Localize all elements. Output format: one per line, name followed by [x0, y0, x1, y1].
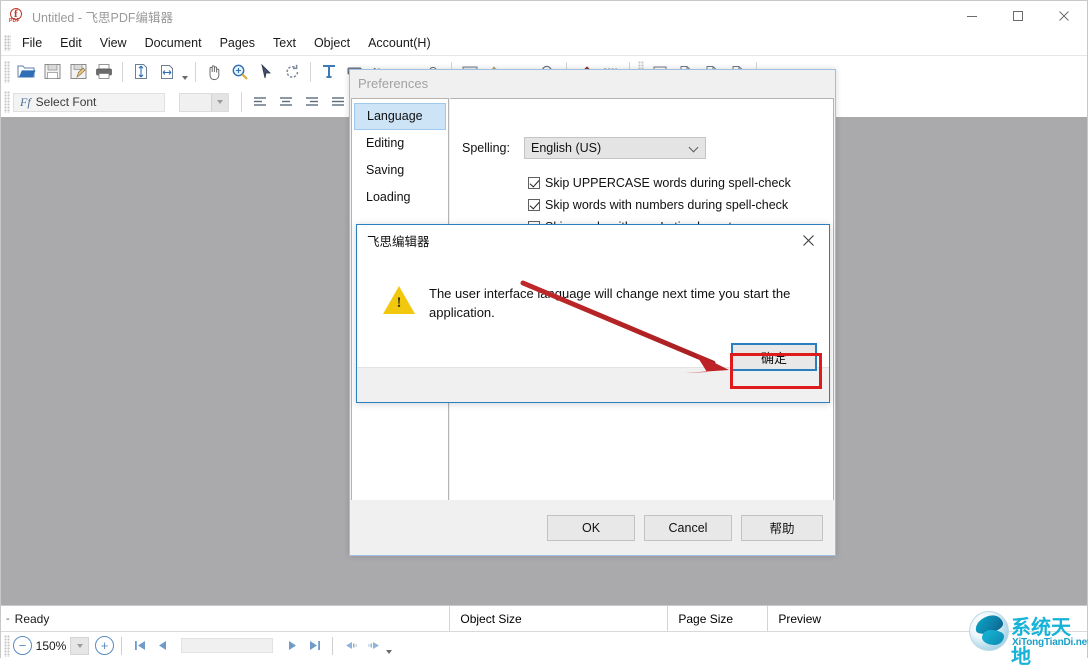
align-justify-icon[interactable] — [325, 89, 351, 115]
print-icon[interactable] — [91, 59, 117, 85]
zoom-in-icon[interactable]: + — [95, 636, 114, 655]
preferences-footer: OK Cancel 帮助 — [350, 500, 835, 555]
spelling-language-select[interactable]: English (US) — [524, 137, 706, 159]
menu-bar: File Edit View Document Pages Text Objec… — [1, 31, 1087, 56]
font-toolbar-drag-grip[interactable] — [4, 91, 10, 113]
checkbox-label: Skip words with numbers during spell-che… — [545, 198, 788, 212]
application-window: f PDF Untitled - 飞思PDF编辑器 File Edit View… — [0, 0, 1088, 658]
toolbar-separator — [241, 92, 242, 112]
font-family-icon: Ff — [14, 95, 36, 110]
select-arrow-icon[interactable] — [253, 59, 279, 85]
previous-view-icon[interactable] — [340, 636, 362, 656]
overflow-caret-icon[interactable] — [384, 633, 394, 659]
status-collapse-glyph: - — [1, 613, 15, 625]
toolbar-separator — [122, 62, 123, 82]
maximize-icon[interactable] — [995, 1, 1041, 31]
last-page-icon[interactable] — [303, 636, 325, 656]
checkbox-row[interactable]: Skip words with numbers during spell-che… — [528, 194, 791, 216]
previous-page-icon[interactable] — [151, 636, 173, 656]
fit-height-icon[interactable] — [128, 59, 154, 85]
toolbar-separator — [310, 62, 311, 82]
menu-item-object[interactable]: Object — [305, 34, 359, 52]
menu-item-document[interactable]: Document — [136, 34, 211, 52]
status-bar: - Ready Object Size Page Size Preview — [1, 605, 1087, 632]
align-center-icon[interactable] — [273, 89, 299, 115]
sidebar-item-language[interactable]: Language — [354, 103, 446, 130]
cancel-button[interactable]: Cancel — [644, 515, 732, 541]
ok-button[interactable]: OK — [547, 515, 635, 541]
pdf-app-logo-icon: f PDF — [9, 8, 25, 24]
font-size-select[interactable] — [179, 93, 229, 112]
close-icon[interactable] — [787, 225, 829, 255]
navbar-separator — [121, 637, 122, 655]
window-title: Untitled - 飞思PDF编辑器 — [32, 7, 173, 26]
status-page-size: Page Size — [667, 606, 767, 632]
open-folder-icon[interactable] — [13, 59, 39, 85]
first-page-icon[interactable] — [129, 636, 151, 656]
status-preview: Preview — [767, 606, 862, 632]
next-view-icon[interactable] — [362, 636, 384, 656]
minimize-icon[interactable] — [949, 1, 995, 31]
align-right-icon[interactable] — [299, 89, 325, 115]
fit-width-icon[interactable] — [154, 59, 180, 85]
warning-triangle-icon: ! — [383, 286, 415, 316]
menu-item-pages[interactable]: Pages — [211, 34, 264, 52]
zoom-tool-icon[interactable] — [227, 59, 253, 85]
save-as-icon[interactable] — [65, 59, 91, 85]
message-box-title: 飞思编辑器 — [357, 231, 430, 250]
status-object-size: Object Size — [449, 606, 667, 632]
sidebar-item-loading[interactable]: Loading — [354, 184, 446, 211]
message-box-footer: 确定 — [357, 367, 829, 402]
message-box-dialog: 飞思编辑器 ! The user interface language will… — [356, 224, 830, 403]
navbar-drag-grip[interactable] — [4, 635, 10, 657]
message-box-title-bar: 飞思编辑器 — [357, 225, 829, 256]
confirm-button[interactable]: 确定 — [731, 343, 817, 371]
rotate-icon[interactable] — [279, 59, 305, 85]
chevron-down-icon[interactable] — [180, 59, 190, 85]
site-watermark: 系统天地 XiTongTianDi.net — [965, 603, 1085, 655]
status-text: Ready — [15, 612, 50, 626]
next-page-icon[interactable] — [281, 636, 303, 656]
chevron-down-icon[interactable] — [70, 637, 89, 655]
sidebar-item-saving[interactable]: Saving — [354, 157, 446, 184]
hand-tool-icon[interactable] — [201, 59, 227, 85]
menu-item-text[interactable]: Text — [264, 34, 305, 52]
toolbar-drag-grip[interactable] — [4, 61, 10, 83]
align-left-icon[interactable] — [247, 89, 273, 115]
preferences-title: Preferences — [358, 76, 428, 91]
chevron-down-icon[interactable] — [689, 144, 698, 153]
close-icon[interactable] — [1041, 1, 1087, 31]
site-watermark-en: XiTongTianDi.net — [1012, 637, 1088, 648]
chevron-down-icon[interactable] — [211, 94, 228, 111]
window-controls — [949, 1, 1087, 31]
spelling-label: Spelling: — [462, 141, 524, 155]
menu-item-account[interactable]: Account(H) — [359, 34, 440, 52]
navigation-bar: − 150% + — [1, 631, 1087, 659]
help-button[interactable]: 帮助 — [741, 515, 823, 541]
menu-item-file[interactable]: File — [13, 34, 51, 52]
page-number-input[interactable] — [181, 638, 273, 653]
font-family-select[interactable]: Ff Select Font — [13, 93, 165, 112]
skip-uppercase-checkbox[interactable] — [528, 177, 540, 189]
add-text-icon[interactable] — [316, 59, 342, 85]
sidebar-item-editing[interactable]: Editing — [354, 130, 446, 157]
checkbox-row[interactable]: Skip UPPERCASE words during spell-check — [528, 172, 791, 194]
message-box-text: The user interface language will change … — [429, 284, 799, 322]
save-icon[interactable] — [39, 59, 65, 85]
spelling-language-value: English (US) — [525, 141, 601, 155]
menu-item-edit[interactable]: Edit — [51, 34, 91, 52]
site-globe-logo-icon — [969, 611, 1009, 651]
navbar-separator — [332, 637, 333, 655]
toolbar-separator — [195, 62, 196, 82]
font-family-value: Select Font — [36, 95, 97, 109]
menu-drag-grip[interactable] — [4, 35, 11, 51]
skip-numbers-checkbox[interactable] — [528, 199, 540, 211]
title-bar: f PDF Untitled - 飞思PDF编辑器 — [1, 1, 1087, 31]
checkbox-label: Skip UPPERCASE words during spell-check — [545, 176, 791, 190]
menu-item-view[interactable]: View — [91, 34, 136, 52]
spelling-row: Spelling: English (US) — [462, 137, 706, 159]
zoom-level-value[interactable]: 150% — [32, 639, 70, 653]
zoom-out-icon[interactable]: − — [13, 636, 32, 655]
